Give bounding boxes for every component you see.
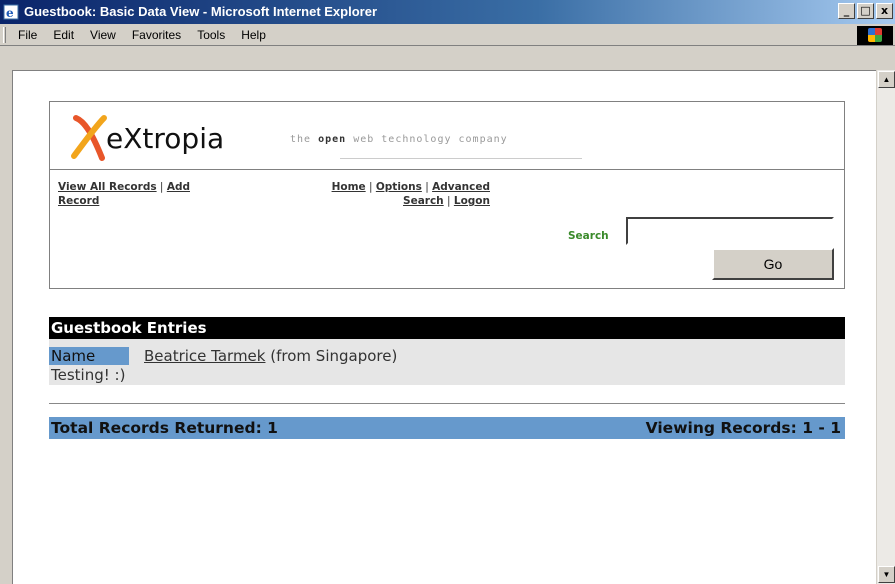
menu-file[interactable]: File xyxy=(10,24,45,45)
menu-favorites-label: Favorites xyxy=(131,28,182,42)
tagline-divider xyxy=(340,158,582,159)
total-records: Total Records Returned: 1 xyxy=(51,419,278,437)
entry-origin: (from Singapore) xyxy=(270,347,398,365)
vertical-scrollbar[interactable]: ▲ ▼ xyxy=(876,70,895,584)
window-title: Guestbook: Basic Data View - Microsoft I… xyxy=(24,4,378,19)
site-header: eXtropia the open web technology company… xyxy=(49,101,845,289)
search-input[interactable] xyxy=(626,217,834,245)
guestbook-entry: Name Beatrice Tarmek (from Singapore) Te… xyxy=(49,339,845,385)
ie-page-icon: e xyxy=(3,4,19,20)
results-footer: Total Records Returned: 1 Viewing Record… xyxy=(49,417,845,439)
nav-separator: | xyxy=(156,181,167,193)
menu-help-label: Help xyxy=(241,28,266,42)
menu-edit-label: Edit xyxy=(53,28,75,42)
tagline: the open web technology company xyxy=(290,134,508,145)
entry-name-link[interactable]: Beatrice Tarmek xyxy=(144,347,265,365)
logo-row: eXtropia the open web technology company xyxy=(50,102,844,170)
options-link[interactable]: Options xyxy=(376,181,422,193)
browser-window: e Guestbook: Basic Data View - Microsoft… xyxy=(0,0,895,584)
page-viewport: eXtropia the open web technology company… xyxy=(12,70,876,584)
title-bar: e Guestbook: Basic Data View - Microsoft… xyxy=(0,0,895,24)
entries-heading: Guestbook Entries xyxy=(49,317,845,339)
svg-text:e: e xyxy=(6,6,14,20)
menu-bar: File Edit View Favorites Tools Help xyxy=(0,24,895,46)
menu-file-label: File xyxy=(18,28,38,42)
minimize-button[interactable]: _ xyxy=(838,3,855,19)
viewing-records: Viewing Records: 1 - 1 xyxy=(645,419,841,437)
add-record-link[interactable]: Add xyxy=(167,181,190,193)
menu-tools-label: Tools xyxy=(197,28,226,42)
nav-separator: | xyxy=(421,181,433,193)
menu-favorites[interactable]: Favorites xyxy=(124,24,189,45)
logon-link[interactable]: Logon xyxy=(454,195,490,207)
entry-comment: Testing! :) xyxy=(51,366,126,384)
nav-left: View All Records | Add Record xyxy=(58,180,238,208)
tagline-post: web technology company xyxy=(346,134,508,145)
window-controls: _ □ x xyxy=(838,3,893,19)
scroll-up-icon[interactable]: ▲ xyxy=(878,71,895,88)
nav-separator: | xyxy=(365,181,376,193)
name-label: Name xyxy=(49,347,129,365)
search-label: Search xyxy=(568,230,609,242)
windows-logo-icon xyxy=(857,26,893,45)
maximize-button[interactable]: □ xyxy=(857,3,874,19)
close-button[interactable]: x xyxy=(876,3,893,19)
menu-help[interactable]: Help xyxy=(233,24,274,45)
menu-view[interactable]: View xyxy=(82,24,124,45)
add-record-link-line2[interactable]: Record xyxy=(58,195,99,207)
nav-separator: | xyxy=(443,195,454,207)
tagline-bold: open xyxy=(318,134,347,145)
brand-name: eXtropia xyxy=(106,122,225,155)
advanced-search-link[interactable]: Advanced xyxy=(432,181,490,193)
menu-edit[interactable]: Edit xyxy=(45,24,82,45)
menu-tools[interactable]: Tools xyxy=(189,24,233,45)
view-all-records-link[interactable]: View All Records xyxy=(58,181,157,193)
advanced-search-link-line2[interactable]: Search xyxy=(403,195,444,207)
tagline-pre: the xyxy=(290,134,319,145)
toolbar-grip[interactable] xyxy=(3,27,6,43)
divider xyxy=(49,403,845,405)
go-button[interactable]: Go xyxy=(712,248,834,280)
scroll-down-icon[interactable]: ▼ xyxy=(878,566,895,583)
nav-right: Home | Options | Advanced Search | Logon xyxy=(272,180,490,208)
menu-view-label: View xyxy=(90,28,116,42)
home-link[interactable]: Home xyxy=(332,181,366,193)
entry-name: Beatrice Tarmek (from Singapore) xyxy=(144,347,397,365)
